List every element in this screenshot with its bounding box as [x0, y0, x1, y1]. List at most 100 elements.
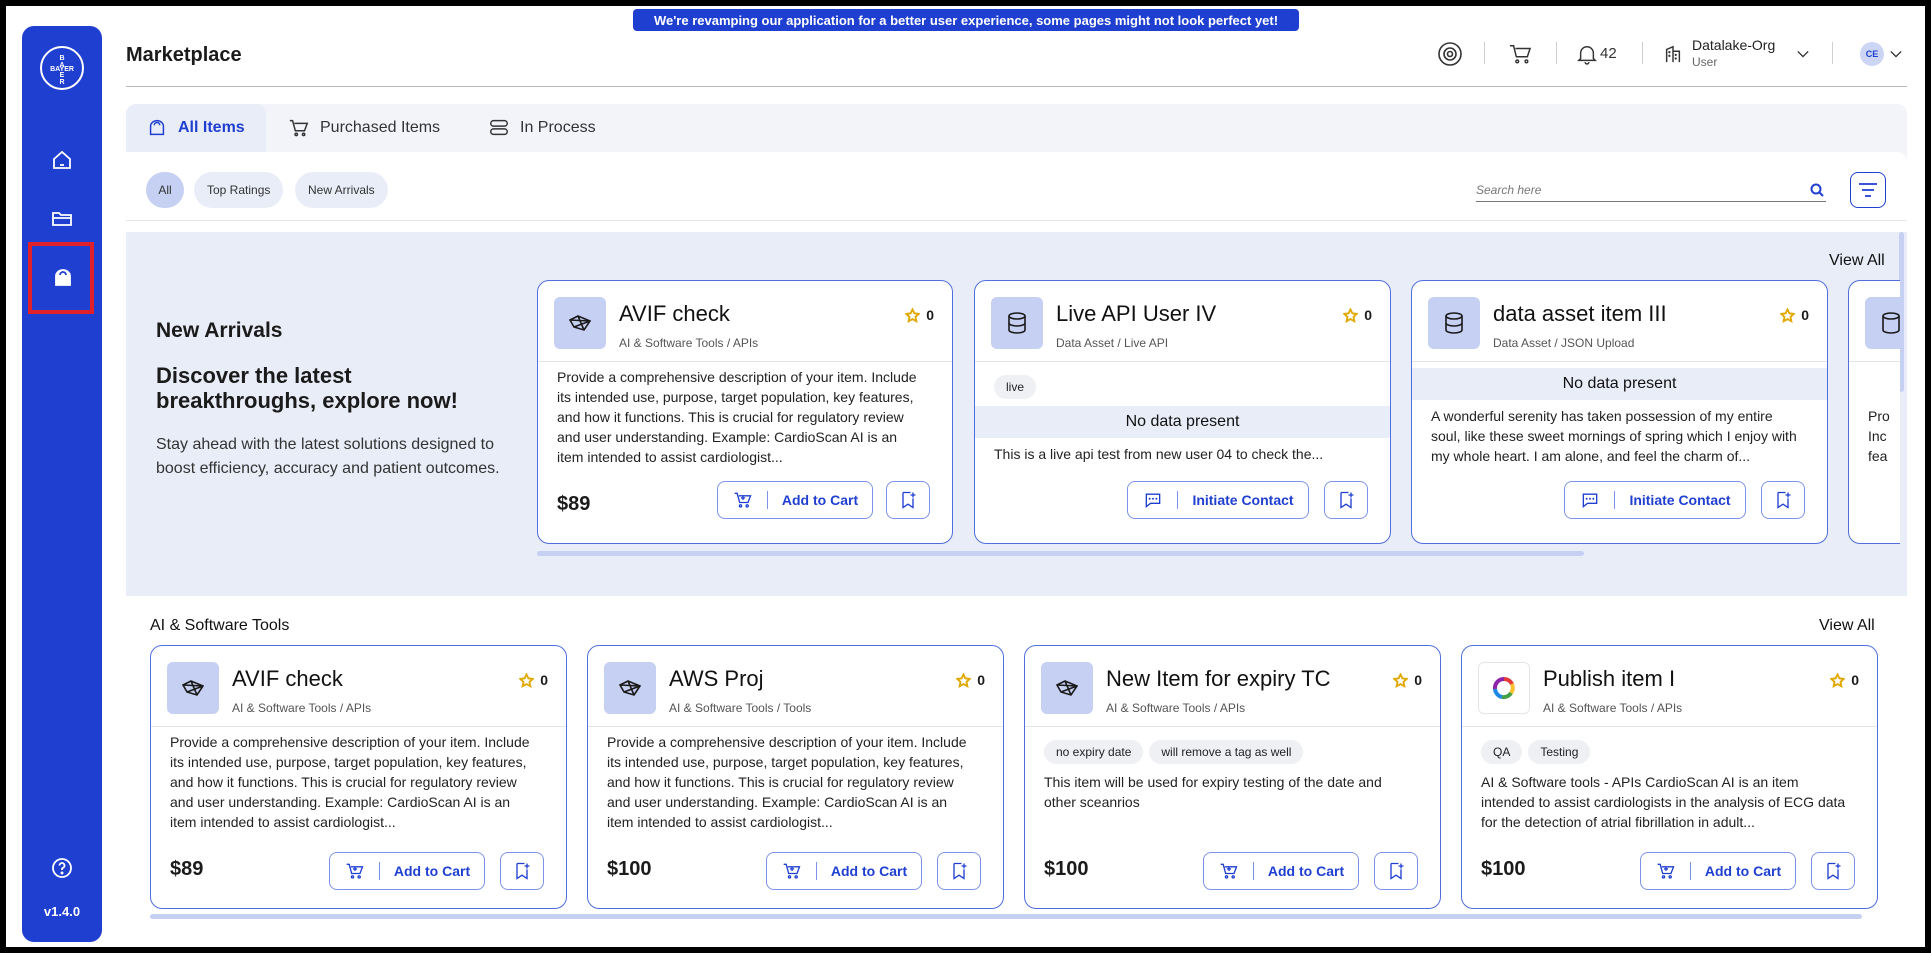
search-input[interactable] — [1476, 180, 1786, 200]
cart-icon[interactable] — [1507, 42, 1533, 66]
product-category: Data Asset / Live API — [1056, 336, 1169, 350]
product-thumbnail — [1865, 297, 1900, 349]
description-fragment: Inc — [1868, 428, 1887, 444]
cart-add-icon — [734, 492, 751, 508]
new-arrivals-subtitle: Discover the latest breakthroughs, explo… — [156, 363, 458, 413]
bookmark-add-icon — [516, 862, 530, 880]
add-to-cart-button[interactable]: Add to Cart — [1640, 852, 1796, 890]
filter-chip-new-arrivals[interactable]: New Arrivals — [295, 172, 388, 208]
ai-tools-section-title: AI & Software Tools — [150, 617, 290, 634]
bookmark-button[interactable] — [500, 852, 544, 890]
settings-icon[interactable] — [1437, 41, 1463, 67]
product-card[interactable]: AVIF check AI & Software Tools / APIs 0 … — [537, 280, 953, 544]
search-icon[interactable] — [1810, 183, 1824, 197]
description-fragment: Pro — [1868, 408, 1890, 424]
bookmark-button[interactable] — [937, 852, 981, 890]
product-description: Provide a comprehensive description of y… — [170, 734, 530, 830]
product-title[interactable]: Live API User IV — [1056, 301, 1216, 327]
tag: live — [994, 375, 1037, 399]
chevron-down-icon[interactable] — [1888, 47, 1904, 61]
product-title[interactable]: AWS Proj — [669, 666, 764, 692]
product-title[interactable]: data asset item III — [1493, 301, 1667, 327]
ring-logo-icon — [1492, 676, 1515, 700]
add-to-cart-button[interactable]: Add to Cart — [329, 852, 485, 890]
product-category: AI & Software Tools / Tools — [669, 701, 812, 715]
product-rating: 0 — [1780, 307, 1809, 323]
initiate-contact-button[interactable]: Initiate Contact — [1127, 481, 1309, 519]
add-to-cart-button[interactable]: Add to Cart — [766, 852, 922, 890]
rating-value: 0 — [977, 672, 985, 688]
ai-tools-horizontal-scrollbar[interactable] — [150, 914, 1862, 919]
product-card-partial[interactable]: Pro Inc fea — [1848, 280, 1900, 544]
product-description: Provide a comprehensive description of y… — [557, 369, 917, 465]
help-icon[interactable] — [46, 852, 78, 884]
product-title[interactable]: Publish item I — [1543, 666, 1675, 692]
new-arrivals-view-all-link[interactable]: View All — [1829, 252, 1885, 270]
svg-text:R: R — [59, 79, 64, 86]
filter-button[interactable] — [1850, 172, 1886, 208]
card-divider — [1849, 361, 1900, 362]
star-icon — [1393, 672, 1409, 688]
filter-icon — [1859, 183, 1877, 197]
tab-purchased-items[interactable]: Purchased Items — [268, 104, 460, 152]
org-name[interactable]: Datalake-Org — [1692, 37, 1775, 53]
product-card[interactable]: Live API User IV Data Asset / Live API 0… — [974, 280, 1391, 544]
rating-value: 0 — [1414, 672, 1422, 688]
add-to-cart-button[interactable]: Add to Cart — [1203, 852, 1359, 890]
bookmark-button[interactable] — [1761, 481, 1805, 519]
sidebar-item-home[interactable] — [46, 144, 78, 176]
organization-icon — [1662, 43, 1684, 65]
product-description: This item will be used for expiry testin… — [1044, 774, 1382, 810]
ai-tools-view-all-link[interactable]: View All — [1819, 617, 1875, 635]
database-icon — [1445, 312, 1463, 334]
product-price: $100 — [607, 858, 652, 880]
bookmark-button[interactable] — [886, 481, 930, 519]
rating-value: 0 — [926, 307, 934, 323]
bookmark-button[interactable] — [1811, 852, 1855, 890]
product-title[interactable]: AVIF check — [232, 666, 343, 692]
sidebar-item-marketplace[interactable] — [47, 262, 79, 294]
bookmark-add-icon — [953, 862, 967, 880]
bookmark-add-icon — [902, 491, 916, 509]
product-title[interactable]: AVIF check — [619, 301, 730, 327]
product-card[interactable]: New Item for expiry TC AI & Software Too… — [1024, 645, 1441, 909]
star-icon — [956, 672, 972, 688]
product-card[interactable]: AWS Proj AI & Software Tools / Tools 0 P… — [587, 645, 1004, 909]
initiate-contact-button[interactable]: Initiate Contact — [1564, 481, 1746, 519]
bell-icon[interactable] — [1576, 42, 1598, 66]
filter-chip-top-ratings[interactable]: Top Ratings — [194, 172, 284, 208]
product-card[interactable]: AVIF check AI & Software Tools / APIs 0 … — [150, 645, 567, 909]
product-description: AI & Software tools - APIs CardioScan AI… — [1481, 774, 1846, 830]
add-to-cart-button[interactable]: Add to Cart — [717, 481, 873, 519]
bag-icon — [55, 269, 71, 286]
avatar[interactable]: CE — [1860, 42, 1884, 66]
product-price: $100 — [1044, 858, 1089, 880]
filter-chip-all[interactable]: All — [146, 172, 184, 208]
network-icon — [1055, 680, 1079, 696]
product-title[interactable]: New Item for expiry TC — [1106, 666, 1331, 692]
sidebar-item-folder[interactable] — [46, 202, 78, 234]
new-arrivals-title: New Arrivals — [156, 319, 283, 342]
svg-text:E: E — [60, 72, 65, 79]
chevron-down-icon[interactable] — [1795, 47, 1811, 61]
button-label: Add to Cart — [393, 863, 471, 879]
tab-in-process[interactable]: In Process — [468, 104, 616, 152]
new-arrivals-horizontal-scrollbar[interactable] — [537, 551, 1584, 556]
tab-label: Purchased Items — [320, 119, 441, 136]
tab-all-items[interactable]: All Items — [126, 104, 266, 152]
product-card[interactable]: data asset item III Data Asset / JSON Up… — [1411, 280, 1828, 544]
product-price: $89 — [557, 493, 591, 515]
star-icon — [1343, 307, 1359, 323]
bookmark-button[interactable] — [1324, 481, 1368, 519]
star-icon — [519, 672, 535, 688]
bookmark-button[interactable] — [1374, 852, 1418, 890]
product-thumbnail — [554, 297, 606, 349]
product-thumbnail — [991, 297, 1043, 349]
database-icon — [1882, 312, 1900, 334]
bookmark-add-icon — [1777, 491, 1791, 509]
bag-icon — [149, 119, 165, 136]
bayer-logo[interactable]: B A BAYER E R — [40, 46, 84, 90]
product-thumbnail — [167, 662, 219, 714]
product-card[interactable]: Publish item I AI & Software Tools / API… — [1461, 645, 1878, 909]
product-rating: 0 — [1343, 307, 1372, 323]
